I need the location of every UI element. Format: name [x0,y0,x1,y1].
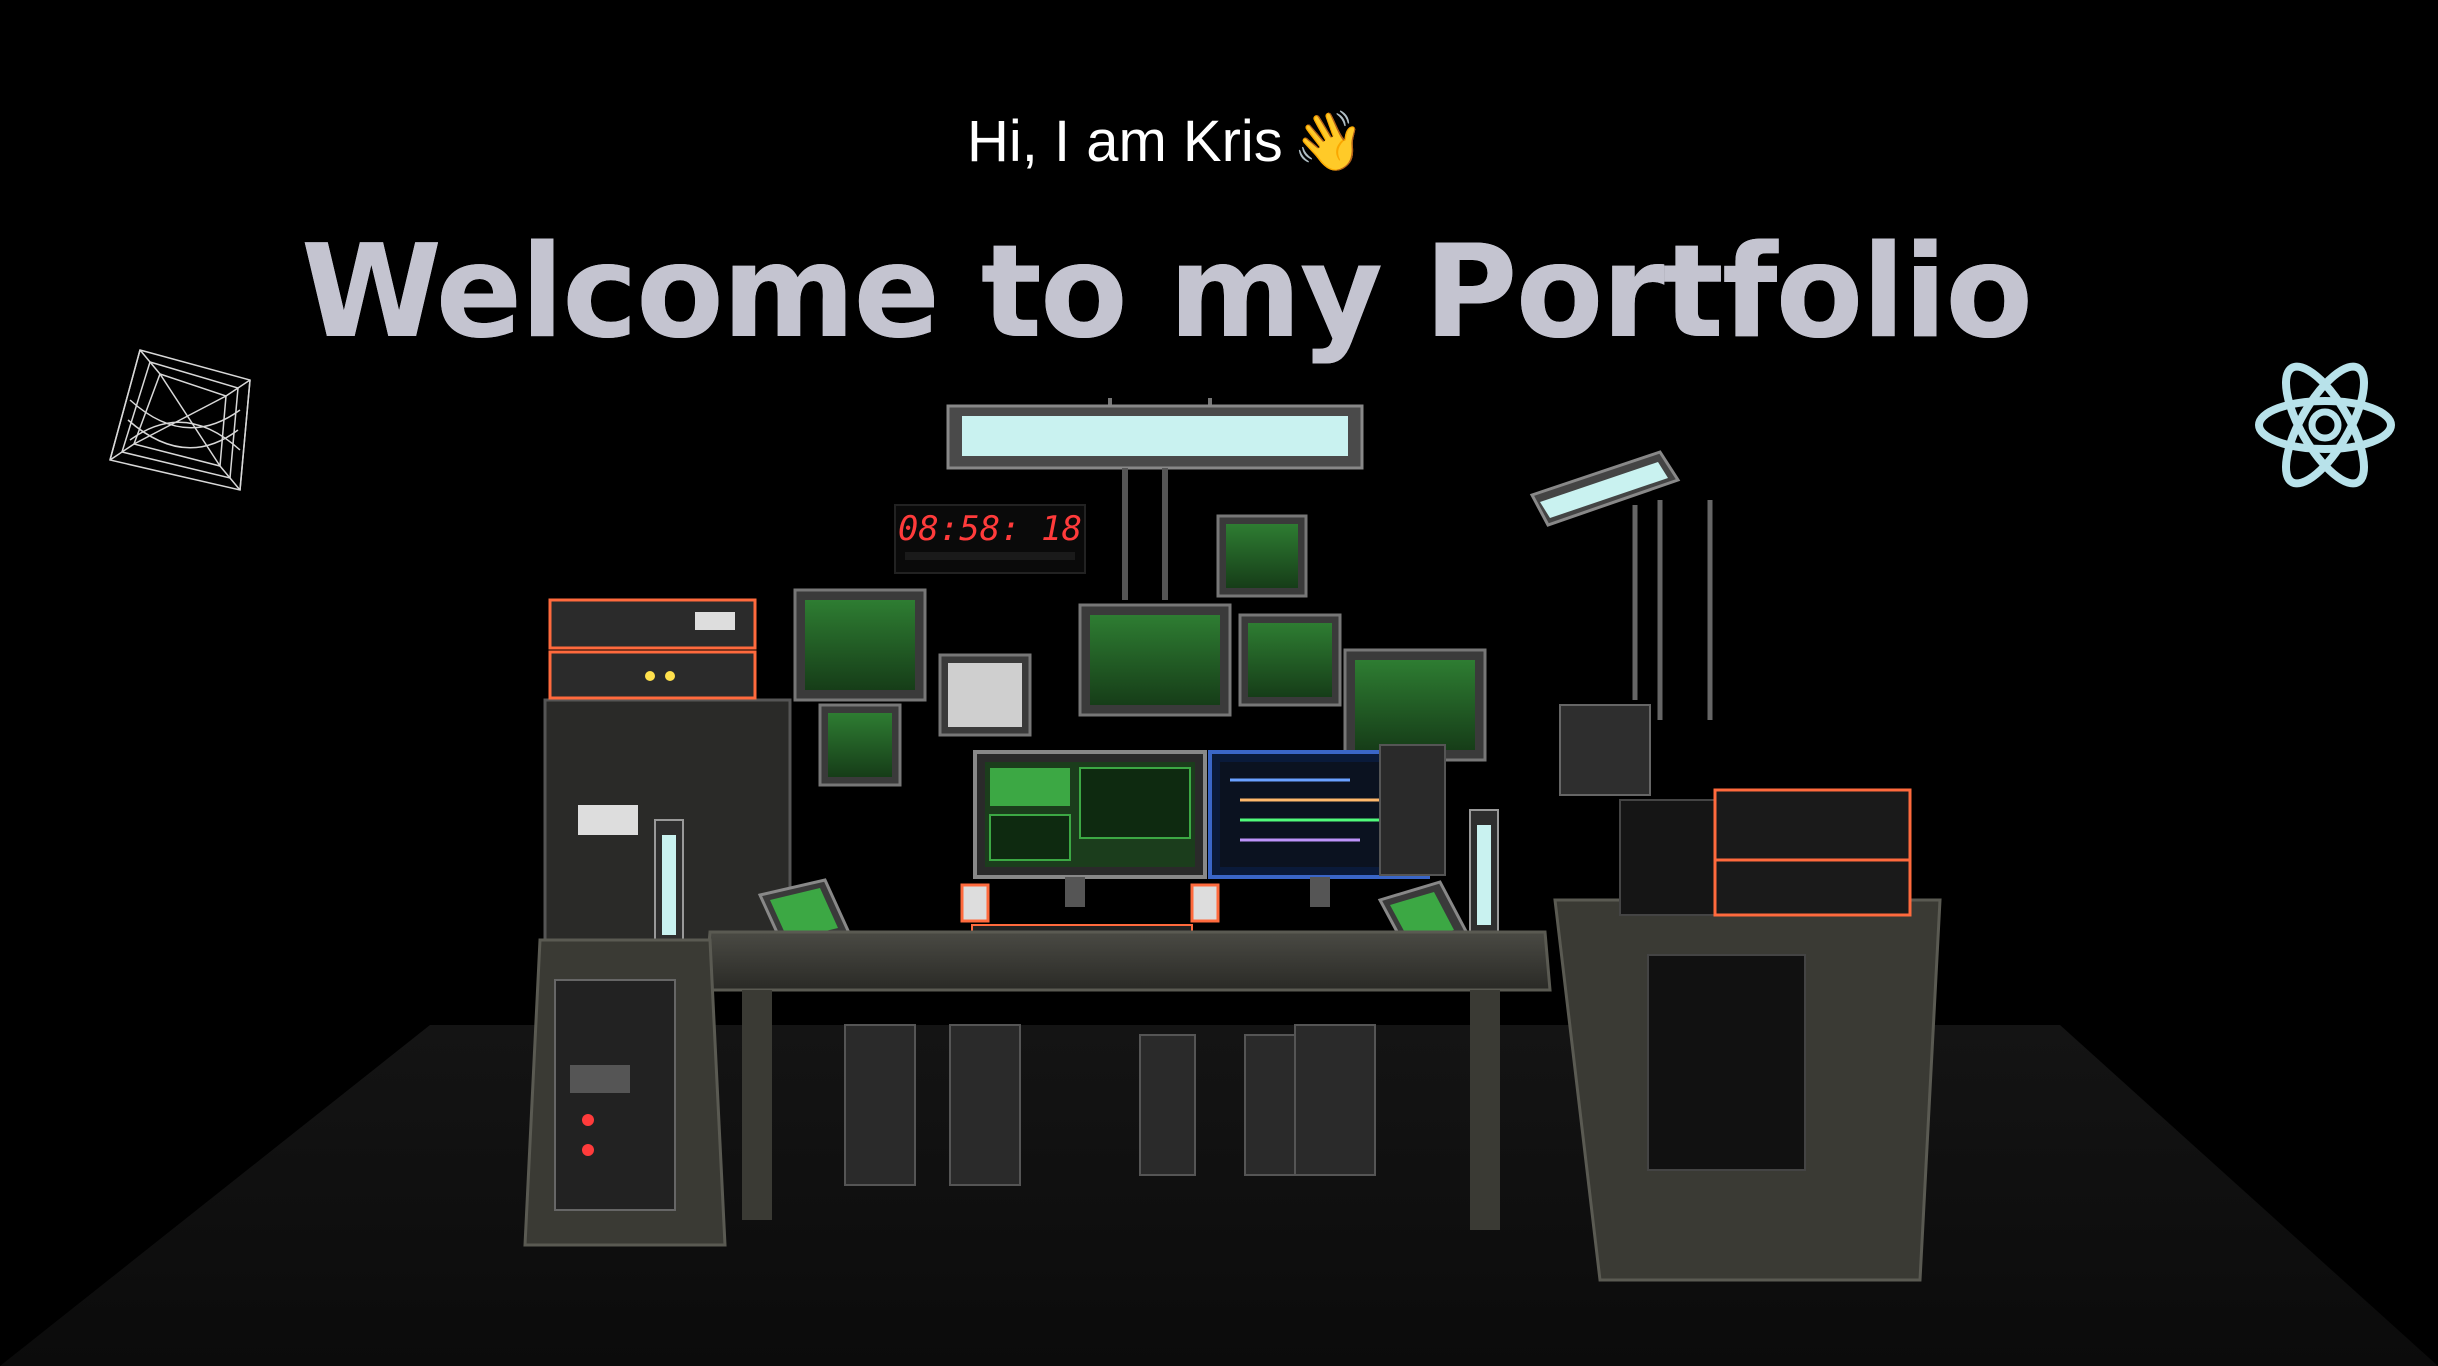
hacker-room-scene: 08:58: 18 [0,398,2438,1366]
clock-display: 08:58: 18 [898,509,1082,549]
ceiling-lamp [946,398,1364,600]
hero-greeting: Hi, I am Kris 👋 [0,108,2332,176]
desk [703,930,1552,1230]
side-lamp [1529,450,1713,720]
left-cabinet [523,938,727,1247]
digital-clock: 08:58: 18 [894,504,1086,574]
floor [0,1025,2438,1366]
back-monitors [793,514,1487,787]
terminal-stands [654,809,1499,954]
page-title: Welcome to my Portfolio [0,218,2332,367]
left-rack [543,598,792,952]
right-cabinet [1379,704,1942,1282]
react-logo-icon [2255,362,2395,488]
main-monitors [960,750,1430,936]
waving-hand-icon: 👋 [1292,109,1366,174]
greeting-text: Hi, I am Kris [966,109,1283,174]
wireframe-cube-icon [109,349,251,491]
